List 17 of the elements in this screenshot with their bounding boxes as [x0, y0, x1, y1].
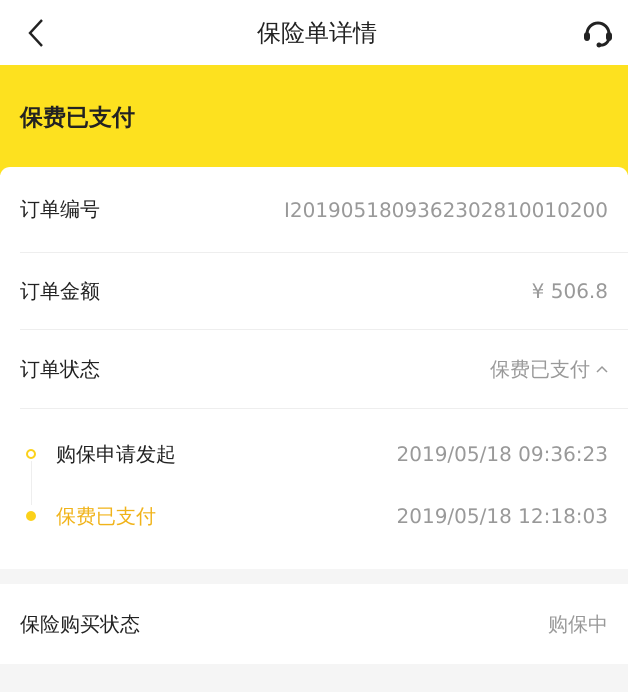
timeline-label: 购保申请发起	[56, 440, 177, 468]
row-value: ¥ 506.8	[532, 279, 608, 303]
row-value: I2019051809362302810010200	[284, 198, 608, 222]
row-value: 购保中	[548, 610, 608, 638]
row-label: 订单状态	[20, 356, 100, 382]
timeline-label: 保费已支付	[56, 502, 157, 530]
caret-icon	[596, 365, 608, 373]
order-status-row[interactable]: 订单状态 保费已支付	[20, 330, 628, 409]
row-label: 订单金额	[20, 278, 100, 304]
page-title: 保险单详情	[257, 18, 377, 48]
back-icon	[28, 18, 44, 48]
row-value: 保费已支付	[490, 356, 590, 382]
timeline-time: 2019/05/18 12:18:03	[396, 504, 608, 528]
timeline-time: 2019/05/18 09:36:23	[396, 442, 608, 466]
row-label: 订单编号	[20, 196, 100, 223]
row-label: 保险购买状态	[20, 610, 140, 638]
banner-status: 保费已支付	[20, 104, 135, 132]
